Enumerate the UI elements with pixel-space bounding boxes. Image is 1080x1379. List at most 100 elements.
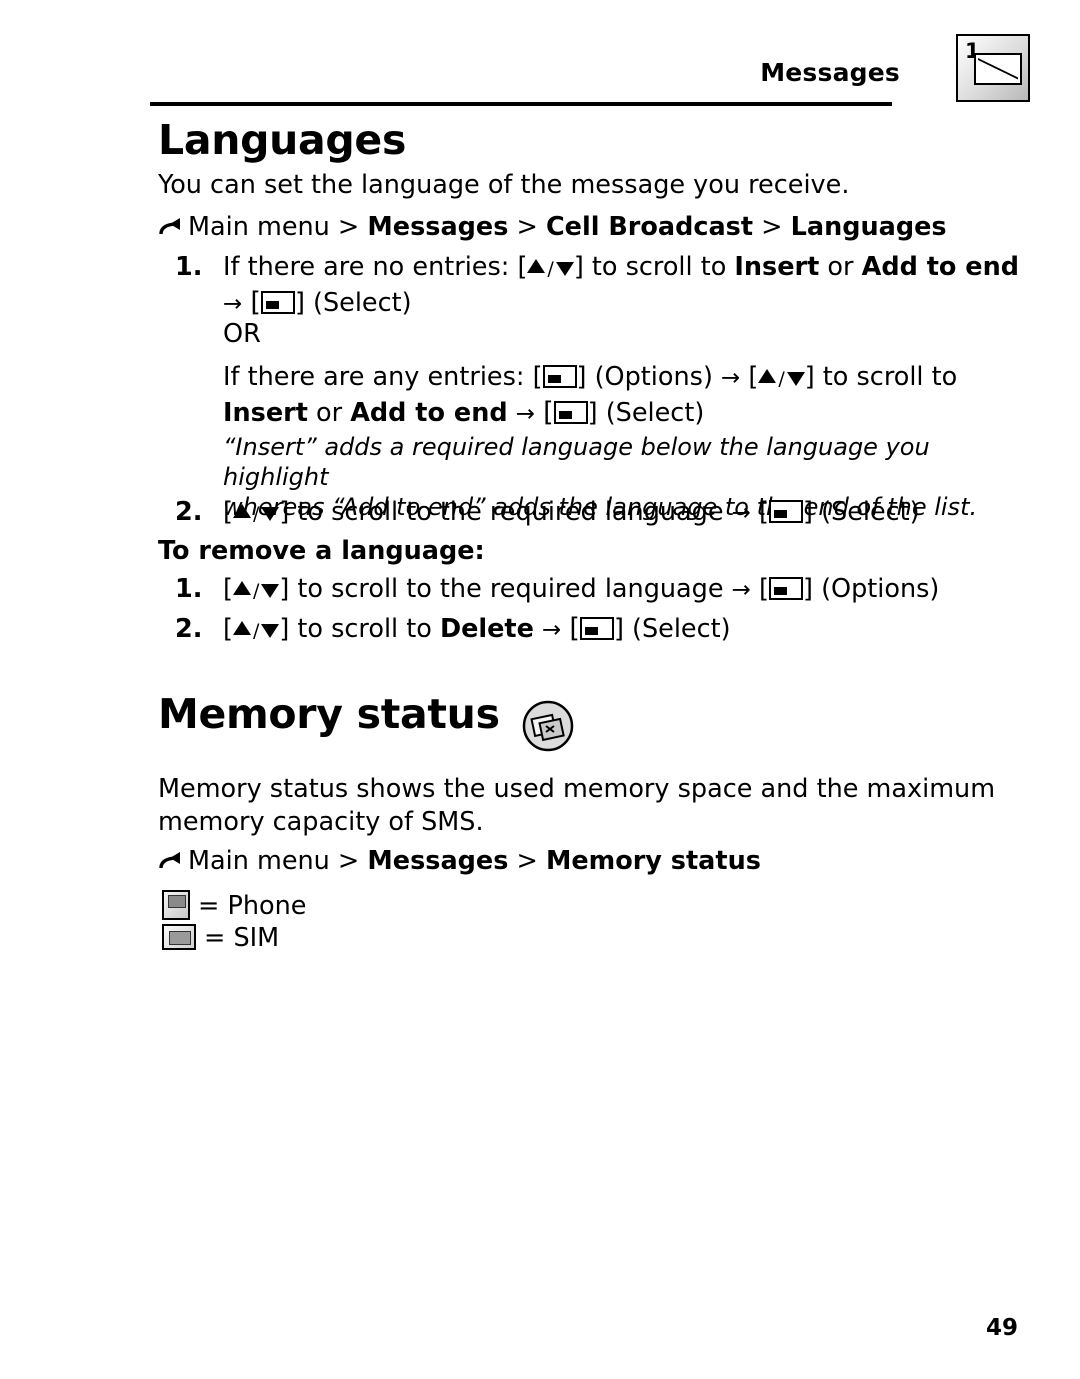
scroll-keys-icon: / bbox=[232, 495, 280, 531]
path-bold-2: Cell Broadcast bbox=[545, 212, 754, 242]
left-softkey-icon bbox=[769, 577, 804, 600]
path-bold-3: Languages bbox=[790, 212, 947, 242]
up-arrow-icon bbox=[232, 504, 251, 518]
step1-text-3: or bbox=[819, 252, 862, 282]
legend-phone: = Phone bbox=[162, 884, 306, 922]
rstep1-text-4: ] (Options) bbox=[803, 574, 940, 604]
rstep1-text-2: ] to scroll to the required language bbox=[279, 574, 732, 604]
down-arrow-icon bbox=[261, 584, 280, 598]
scroll-keys-icon: / bbox=[758, 360, 805, 396]
scroll-keys-icon: / bbox=[232, 612, 280, 648]
down-arrow-icon bbox=[555, 262, 574, 276]
header-chapter-title: Messages bbox=[760, 58, 900, 87]
left-softkey-icon bbox=[769, 500, 804, 523]
rstep2-text-4: ] (Select) bbox=[613, 614, 731, 644]
memory-status-icon bbox=[522, 700, 574, 752]
rstep2-text-2: ] to scroll to bbox=[279, 614, 440, 644]
legend-sim-label: = SIM bbox=[204, 923, 280, 953]
step2-text-3: [ bbox=[750, 497, 770, 527]
left-softkey-icon bbox=[542, 365, 577, 388]
languages-menu-path: Main menu > Messages > Cell Broadcast > … bbox=[158, 211, 947, 242]
step2-text-1: [ bbox=[223, 497, 233, 527]
memory-path-prefix: Main menu > bbox=[188, 846, 368, 876]
page-title-languages: Languages bbox=[158, 116, 407, 164]
step1alt-text-5: or bbox=[307, 398, 351, 428]
rstep1-text-1: [ bbox=[223, 574, 233, 604]
path-sep-2: > bbox=[753, 212, 791, 242]
memory-path-bold-2: Memory status bbox=[545, 846, 761, 876]
down-arrow-icon bbox=[786, 372, 805, 386]
envelope-glyph bbox=[974, 53, 1022, 85]
page-number: 49 bbox=[985, 1315, 1018, 1341]
step-text: If there are no entries: [/] to scroll t… bbox=[223, 250, 1020, 318]
step-number: 1. bbox=[175, 252, 203, 282]
step-number: 2. bbox=[175, 497, 203, 527]
memory-intro-line-2: memory capacity of SMS. bbox=[158, 807, 484, 837]
right-arrow-icon: → bbox=[542, 617, 562, 643]
right-arrow-icon: → bbox=[515, 401, 535, 427]
remove-step-2: 2. [/] to scroll to Delete → [] (Select) bbox=[175, 612, 1055, 648]
step1alt-bold-insert: Insert bbox=[223, 398, 308, 428]
rstep2-text-1: [ bbox=[223, 614, 233, 644]
step1-text-5: ] (Select) bbox=[294, 288, 412, 318]
down-arrow-icon bbox=[261, 624, 280, 638]
scroll-keys-icon: / bbox=[232, 572, 280, 608]
languages-step-1: 1. If there are no entries: [/] to scrol… bbox=[175, 250, 1035, 321]
step-text: [/] to scroll to Delete → [] (Select) bbox=[223, 612, 1055, 648]
path-sep-1: > bbox=[508, 212, 546, 242]
languages-step-1-alt: If there are any entries: [ ] (Options) →… bbox=[175, 360, 1055, 431]
step1alt-bold-addtoend: Add to end bbox=[350, 398, 508, 428]
memory-status-intro: Memory status shows the used memory spac… bbox=[158, 773, 1018, 839]
path-bold-1: Messages bbox=[367, 212, 509, 242]
up-arrow-icon bbox=[758, 369, 777, 383]
up-arrow-icon bbox=[232, 621, 251, 635]
step-text: [/] to scroll to the required language →… bbox=[223, 572, 1055, 608]
left-softkey-icon bbox=[260, 291, 295, 314]
rstep1-text-3: [ bbox=[750, 574, 770, 604]
memory-intro-line-1: Memory status shows the used memory spac… bbox=[158, 774, 996, 804]
remove-language-heading: To remove a language: bbox=[158, 536, 485, 566]
page-title-memory-status: Memory status bbox=[158, 690, 500, 738]
right-arrow-icon: → bbox=[223, 291, 243, 317]
step1alt-text: If there are any entries: [ ] (Options) →… bbox=[223, 360, 958, 428]
rstep2-text-3 bbox=[534, 614, 542, 644]
manual-page: Messages 1 Languages You can set the lan… bbox=[0, 0, 1080, 1379]
step1alt-text-1: If there are any entries: [ bbox=[223, 362, 543, 392]
memory-status-menu-path: Main menu > Messages > Memory status bbox=[158, 845, 761, 876]
down-arrow-icon bbox=[261, 507, 280, 521]
step-text: [/] to scroll to the required language →… bbox=[223, 495, 1055, 531]
step2-text-2: ] to scroll to the required language bbox=[279, 497, 732, 527]
page-header: Messages 1 bbox=[150, 34, 1030, 116]
step2-text-4: ] (Select) bbox=[803, 497, 920, 527]
remove-step-1: 1. [/] to scroll to the required languag… bbox=[175, 572, 1055, 608]
languages-intro: You can set the language of the message … bbox=[158, 170, 850, 200]
shortcut-arrow-icon bbox=[158, 215, 182, 239]
step-number: 2. bbox=[175, 614, 203, 644]
step1alt-text-4: ] to scroll to bbox=[804, 362, 958, 392]
rstep2-bold-delete: Delete bbox=[439, 614, 534, 644]
step1alt-text-3: [ bbox=[740, 362, 759, 392]
legend-sim: = SIM bbox=[162, 920, 279, 954]
languages-or: OR bbox=[223, 319, 261, 349]
sim-memory-icon bbox=[162, 924, 196, 950]
right-arrow-icon: → bbox=[731, 500, 751, 526]
messages-envelope-icon: 1 bbox=[956, 34, 1030, 102]
step1-bold-insert: Insert bbox=[734, 252, 820, 282]
memory-path-bold-1: Messages bbox=[367, 846, 509, 876]
step1alt-text-2: ] (Options) bbox=[576, 362, 721, 392]
left-softkey-icon bbox=[579, 617, 614, 640]
note-line-1: “Insert” adds a required language below … bbox=[223, 433, 930, 491]
languages-step-2: 2. [/] to scroll to the required languag… bbox=[175, 495, 1055, 531]
up-arrow-icon bbox=[527, 259, 546, 273]
step1alt-text-6 bbox=[508, 398, 516, 428]
step1-text-1: If there are no entries: [ bbox=[223, 252, 528, 282]
path-prefix: Main menu > bbox=[188, 212, 368, 242]
right-arrow-icon: → bbox=[731, 577, 751, 603]
phone-memory-icon bbox=[162, 890, 190, 920]
scroll-keys-icon: / bbox=[527, 250, 574, 286]
header-divider bbox=[150, 102, 892, 106]
legend-phone-label: = Phone bbox=[198, 891, 307, 921]
step1alt-text-7: ] (Select) bbox=[587, 398, 705, 428]
step-number: 1. bbox=[175, 574, 203, 604]
left-softkey-icon bbox=[553, 401, 588, 424]
